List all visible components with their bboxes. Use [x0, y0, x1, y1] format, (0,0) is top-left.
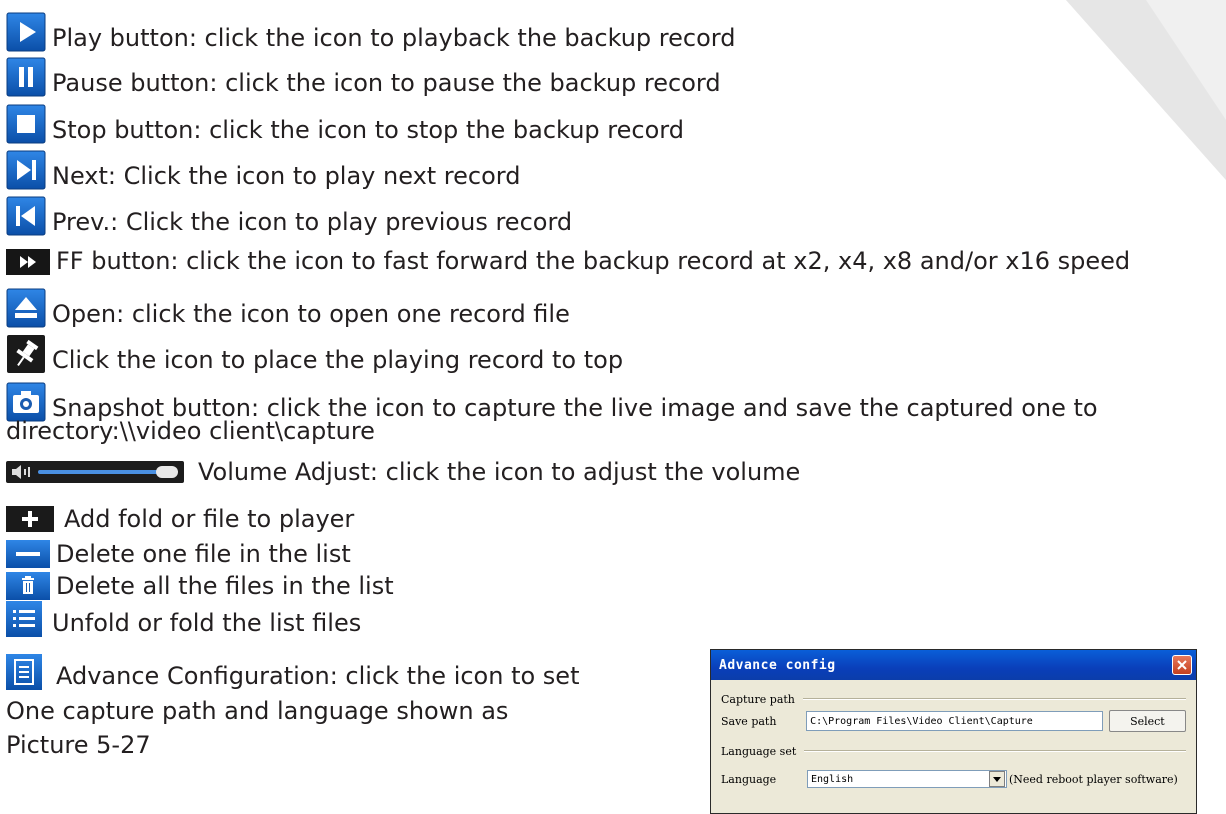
chevron-down-icon[interactable] [989, 771, 1005, 787]
capture-path-section: Capture path [721, 690, 1186, 708]
item-text: Volume Adjust: click the icon to adjust … [198, 458, 801, 486]
divider [802, 698, 1186, 700]
list-item: Next: Click the icon to play next record [6, 150, 520, 190]
list-item: Stop button: click the icon to stop the … [6, 104, 684, 144]
stop-icon [6, 104, 46, 144]
volume-icon [6, 461, 184, 483]
list-item: Play button: click the icon to playback … [6, 12, 735, 52]
pin-icon [6, 334, 46, 374]
item-text: Next: Click the icon to play next record [52, 162, 521, 190]
item-text: FF button: click the icon to fast forwar… [56, 247, 1131, 275]
minus-icon [6, 540, 50, 568]
language-row: Language English (Need reboot player sof… [721, 766, 1186, 792]
item-text: Delete all the files in the list [56, 572, 394, 600]
language-label: Language [721, 772, 777, 786]
list-item: Volume Adjust: click the icon to adjust … [6, 458, 800, 486]
select-button[interactable]: Select [1108, 710, 1186, 732]
item-text: Pause button: click the icon to pause th… [52, 69, 721, 97]
dialog-title: Advance config [719, 657, 836, 673]
list-item: Pause button: click the icon to pause th… [6, 57, 721, 97]
dialog-titlebar[interactable]: Advance config [711, 650, 1196, 680]
trash-icon [6, 572, 50, 600]
item-text: Open: click the icon to open one record … [52, 300, 570, 328]
language-note: (Need reboot player software) [1009, 772, 1178, 786]
list-item: Unfold or fold the list files [6, 601, 361, 637]
list-item: Delete one file in the list [6, 540, 351, 568]
list-item: Click the icon to place the playing reco… [6, 334, 623, 374]
section-label: Capture path [721, 692, 795, 706]
next-icon [6, 150, 46, 190]
add-icon [6, 506, 54, 532]
language-value: English [807, 770, 1007, 788]
list-item: Add fold or file to player [6, 505, 354, 533]
language-select[interactable]: English [807, 770, 1007, 788]
item-text: Play button: click the icon to playback … [52, 24, 736, 52]
play-icon [6, 12, 46, 52]
item-text: Click the icon to place the playing reco… [52, 346, 624, 374]
document-icon [6, 654, 42, 690]
item-text: Prev.: Click the icon to play previous r… [52, 208, 573, 236]
prev-icon [6, 196, 46, 236]
list-item: Delete all the files in the list [6, 572, 394, 600]
language-section: Language set [721, 742, 1186, 760]
list-item: FF button: click the icon to fast forwar… [6, 247, 1130, 275]
save-path-input[interactable]: C:\Program Files\Video Client\Capture [806, 711, 1103, 731]
item-text-continued: One capture path and language shown as [6, 697, 509, 725]
save-path-row: Save path C:\Program Files\Video Client\… [721, 708, 1186, 734]
corner-decoration [1066, 0, 1226, 180]
item-text-continued: directory:\\video client\capture [6, 417, 375, 445]
advance-config-dialog: Advance config Capture path Save path C:… [710, 649, 1197, 814]
list-item: Advance Configuration: click the icon to… [6, 654, 579, 690]
item-text: Advance Configuration: click the icon to… [56, 662, 580, 690]
item-text: Stop button: click the icon to stop the … [52, 116, 684, 144]
item-text: Delete one file in the list [56, 540, 351, 568]
list-item: Open: click the icon to open one record … [6, 288, 570, 328]
divider [804, 750, 1186, 752]
item-text: Unfold or fold the list files [52, 609, 362, 637]
list-icon [6, 601, 42, 637]
item-text-continued: Picture 5-27 [6, 731, 151, 759]
eject-icon [6, 288, 46, 328]
close-button[interactable] [1172, 655, 1192, 675]
fast-forward-icon [6, 249, 50, 275]
save-path-label: Save path [721, 714, 777, 728]
close-icon [1177, 660, 1187, 670]
section-label: Language set [721, 744, 797, 758]
item-text: Add fold or file to player [64, 505, 355, 533]
pause-icon [6, 57, 46, 97]
list-item: Prev.: Click the icon to play previous r… [6, 196, 572, 236]
